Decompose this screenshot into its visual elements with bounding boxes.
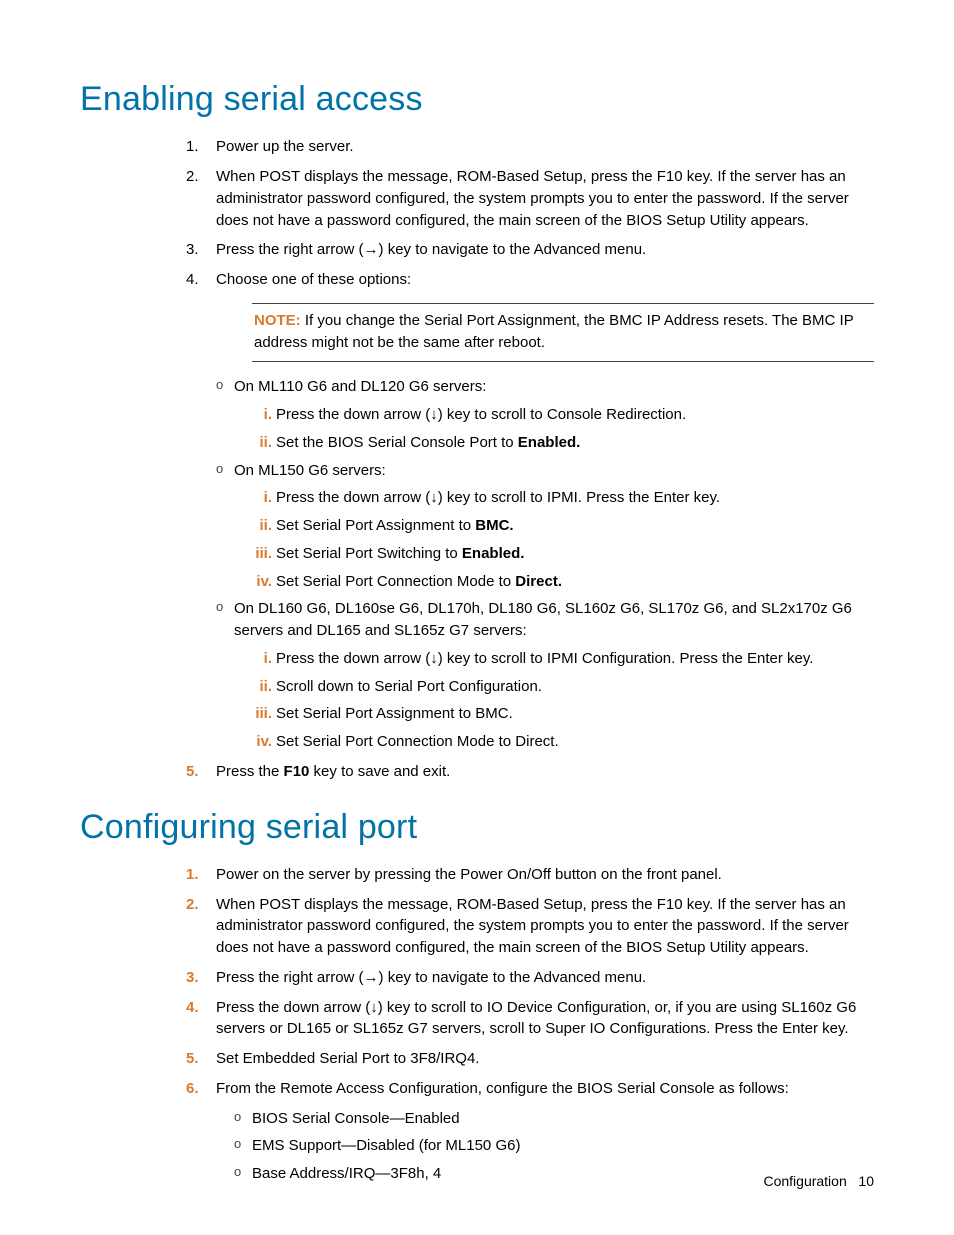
substep-text: Set the BIOS Serial Console Port to [276,434,518,451]
step-item: Press the F10 key to save and exit. [198,761,874,783]
group-intro: On ML110 G6 and DL120 G6 servers: [234,378,486,395]
bold-text: F10 [284,763,310,780]
bullet-text: Base Address/IRQ—3F8h, 4 [252,1165,441,1182]
bullet-text: BIOS Serial Console—Enabled [252,1110,460,1127]
note-text: If you change the Serial Port Assignment… [254,312,853,351]
bullet-text: EMS Support—Disabled (for ML150 G6) [252,1137,520,1154]
step-text: Press the [216,763,284,780]
bold-text: BMC. [475,517,513,534]
option-group-list: On ML110 G6 and DL120 G6 servers: Press … [216,376,874,753]
steps-list-1: Power up the server. When POST displays … [80,136,874,753]
substep: Press the down arrow (↓) key to scroll t… [264,404,874,426]
step-item: When POST displays the message, ROM-Base… [198,894,874,959]
footer-section: Configuration [763,1173,846,1189]
step-item: Set Embedded Serial Port to 3F8/IRQ4. [198,1048,874,1070]
substep: Set Serial Port Switching to Enabled. [264,543,874,565]
group-intro: On DL160 G6, DL160se G6, DL170h, DL180 G… [234,600,852,639]
substep: Press the down arrow (↓) key to scroll t… [264,648,874,670]
note-box: NOTE: If you change the Serial Port Assi… [252,303,874,363]
substep-text: Set Serial Port Switching to [276,545,462,562]
step-text: key to save and exit. [309,763,450,780]
bold-text: Enabled. [518,434,581,451]
steps-list-1-cont: Press the F10 key to save and exit. [80,761,874,783]
substep-text: Set Serial Port Connection Mode to Direc… [276,733,559,750]
step-text: Power up the server. [216,138,354,155]
step-item: When POST displays the message, ROM-Base… [198,166,874,231]
step-item: Power on the server by pressing the Powe… [198,864,874,886]
substeps: Press the down arrow (↓) key to scroll t… [234,487,874,592]
step-text: Set Embedded Serial Port to 3F8/IRQ4. [216,1050,479,1067]
substep: Set Serial Port Assignment to BMC. [264,515,874,537]
option-group: On ML150 G6 servers: Press the down arro… [216,460,874,593]
page-footer: Configuration 10 [763,1171,874,1191]
bold-text: Direct. [515,573,562,590]
step-text: Power on the server by pressing the Powe… [216,866,722,883]
group-intro: On ML150 G6 servers: [234,462,386,479]
step-text: Press the down arrow (↓) key to scroll t… [216,999,856,1038]
substep: Scroll down to Serial Port Configuration… [264,676,874,698]
substep-text: Set Serial Port Assignment to BMC. [276,705,513,722]
substeps: Press the down arrow (↓) key to scroll t… [234,404,874,454]
substep-text: Press the down arrow (↓) key to scroll t… [276,489,720,506]
step-item: Press the right arrow (→) key to navigat… [198,239,874,261]
substep-text: Scroll down to Serial Port Configuration… [276,678,542,695]
step-text: Press the right arrow (→) key to navigat… [216,241,646,258]
substeps: Press the down arrow (↓) key to scroll t… [234,648,874,753]
substep: Set Serial Port Connection Mode to Direc… [264,731,874,753]
substep: Set Serial Port Connection Mode to Direc… [264,571,874,593]
step-item: Choose one of these options: NOTE: If yo… [198,269,874,753]
step-item: From the Remote Access Configuration, co… [198,1078,874,1185]
heading-configuring-serial-port: Configuring serial port [80,803,874,852]
bullet-item: BIOS Serial Console—Enabled [234,1108,874,1130]
substep-text: Set Serial Port Connection Mode to [276,573,515,590]
step-text: Choose one of these options: [216,271,411,288]
step-item: Power up the server. [198,136,874,158]
substep: Press the down arrow (↓) key to scroll t… [264,487,874,509]
substep-text: Set Serial Port Assignment to [276,517,475,534]
footer-page: 10 [858,1173,874,1189]
note-label: NOTE: [254,312,301,329]
step-text: When POST displays the message, ROM-Base… [216,896,849,957]
bold-text: Enabled. [462,545,525,562]
substep-text: Press the down arrow (↓) key to scroll t… [276,406,686,423]
step-text: When POST displays the message, ROM-Base… [216,168,849,229]
steps-list-2: Power on the server by pressing the Powe… [80,864,874,1185]
option-group: On DL160 G6, DL160se G6, DL170h, DL180 G… [216,598,874,753]
substep-text: Press the down arrow (↓) key to scroll t… [276,650,813,667]
step-item: Press the down arrow (↓) key to scroll t… [198,997,874,1041]
heading-enabling-serial-access: Enabling serial access [80,75,874,124]
step-item: Press the right arrow (→) key to navigat… [198,967,874,989]
step-text: From the Remote Access Configuration, co… [216,1080,789,1097]
substep: Set Serial Port Assignment to BMC. [264,703,874,725]
bullet-item: EMS Support—Disabled (for ML150 G6) [234,1135,874,1157]
substep: Set the BIOS Serial Console Port to Enab… [264,432,874,454]
step-text: Press the right arrow (→) key to navigat… [216,969,646,986]
option-group: On ML110 G6 and DL120 G6 servers: Press … [216,376,874,453]
